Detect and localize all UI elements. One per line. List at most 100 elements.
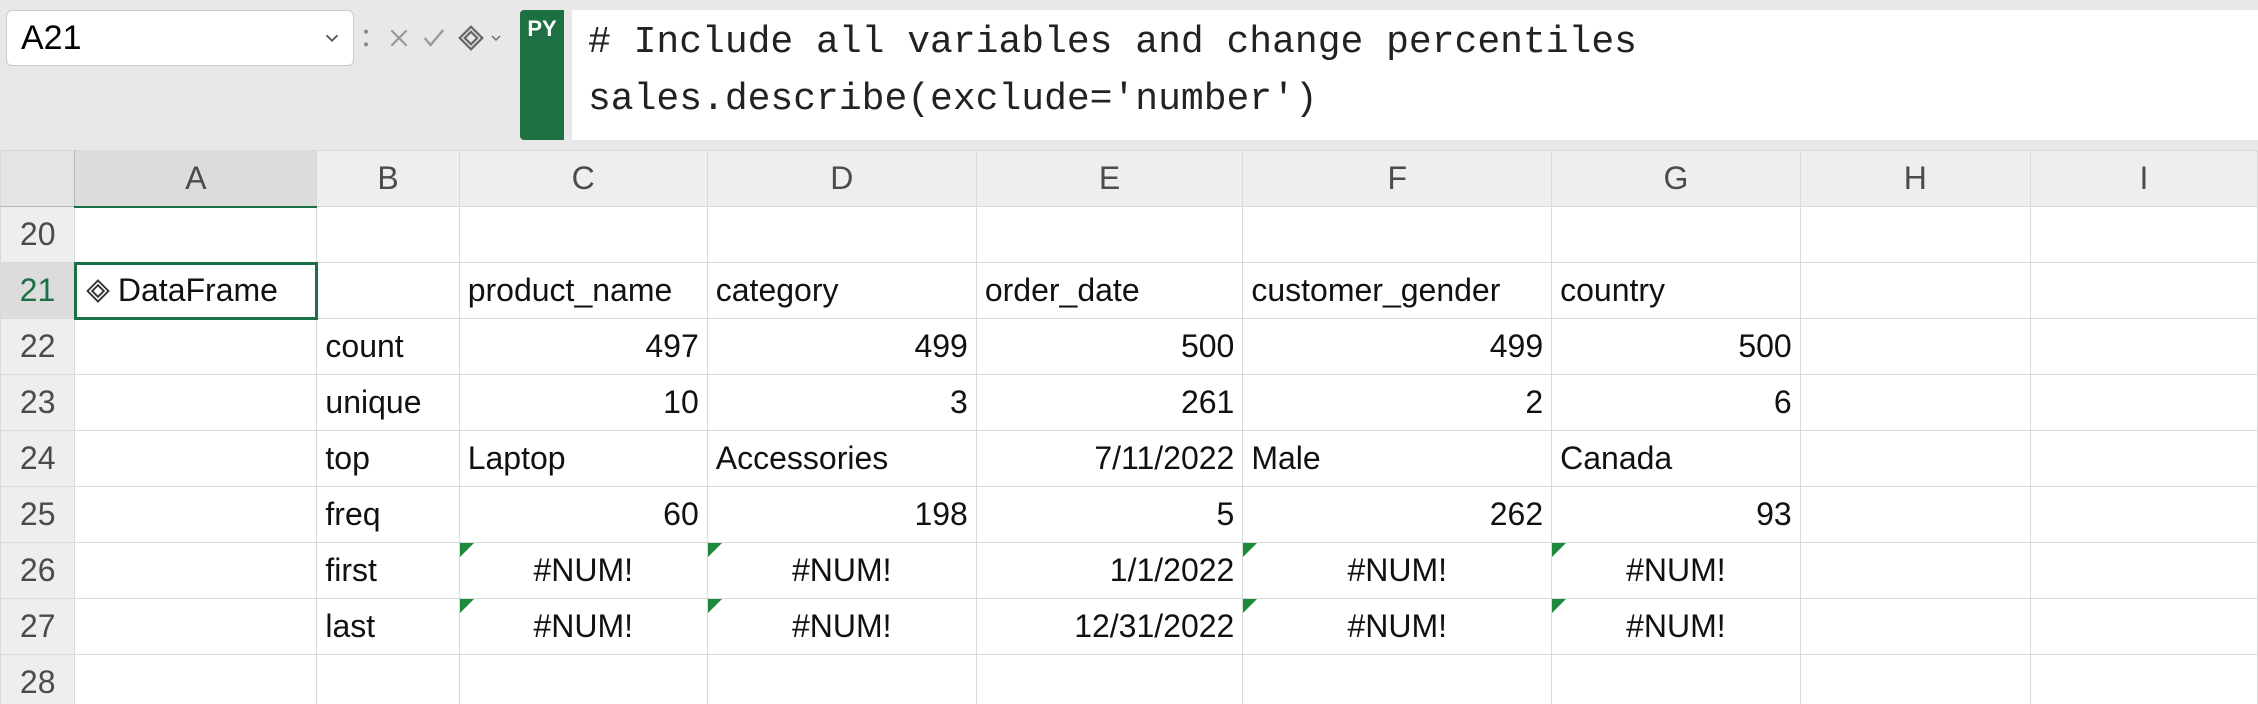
cell-active[interactable]: DataFrame [75,263,317,319]
row-header[interactable]: 21 [1,263,75,319]
cell[interactable] [75,655,317,704]
column-header[interactable]: F [1243,151,1552,207]
cell[interactable] [317,655,459,704]
cell[interactable] [1800,375,2030,431]
cell[interactable] [317,263,459,319]
cell[interactable]: category [707,263,976,319]
cell[interactable]: 6 [1552,375,1801,431]
cell[interactable]: 12/31/2022 [976,599,1243,655]
cell[interactable] [75,599,317,655]
cell[interactable]: 500 [1552,319,1801,375]
cell[interactable]: 60 [459,487,707,543]
cell[interactable] [317,207,459,263]
row-header[interactable]: 26 [1,543,75,599]
column-header[interactable]: I [2030,151,2257,207]
row-header[interactable]: 20 [1,207,75,263]
spreadsheet-grid[interactable]: A B C D E F G H I 20 21 DataFrame produc… [0,150,2258,704]
cell[interactable]: Accessories [707,431,976,487]
name-box[interactable]: A21 [6,10,354,66]
row-header[interactable]: 27 [1,599,75,655]
row-header[interactable]: 25 [1,487,75,543]
cell[interactable]: Male [1243,431,1552,487]
column-header[interactable]: G [1552,151,1801,207]
cell[interactable] [1800,655,2030,704]
column-header[interactable]: B [317,151,459,207]
cell[interactable] [2030,431,2257,487]
cell-error[interactable]: #NUM! [459,543,707,599]
cancel-icon[interactable] [386,25,412,51]
cell[interactable] [1800,487,2030,543]
cell[interactable]: 262 [1243,487,1552,543]
cell[interactable]: Canada [1552,431,1801,487]
cell[interactable]: 7/11/2022 [976,431,1243,487]
cell[interactable]: last [317,599,459,655]
cell[interactable] [707,207,976,263]
column-header[interactable]: C [459,151,707,207]
cell[interactable] [2030,655,2257,704]
cell[interactable] [1552,207,1801,263]
cell[interactable] [976,207,1243,263]
cell[interactable] [75,319,317,375]
cell[interactable] [1800,319,2030,375]
cell[interactable]: first [317,543,459,599]
cell[interactable] [2030,543,2257,599]
cell[interactable]: 1/1/2022 [976,543,1243,599]
cell[interactable]: 3 [707,375,976,431]
cell[interactable]: order_date [976,263,1243,319]
select-all-corner[interactable] [1,151,75,207]
cell[interactable] [2030,319,2257,375]
cell[interactable] [75,375,317,431]
row-header[interactable]: 23 [1,375,75,431]
column-header[interactable]: E [976,151,1243,207]
cell-error[interactable]: #NUM! [707,543,976,599]
cell[interactable] [1800,543,2030,599]
cell[interactable] [75,543,317,599]
cell[interactable] [2030,263,2257,319]
cell[interactable] [75,431,317,487]
cell-error[interactable]: #NUM! [1243,599,1552,655]
cell[interactable]: freq [317,487,459,543]
cell-error[interactable]: #NUM! [1552,599,1801,655]
cell[interactable]: 93 [1552,487,1801,543]
cell[interactable] [75,487,317,543]
cell[interactable] [2030,375,2257,431]
python-mode-icon[interactable] [456,23,504,53]
row-header[interactable]: 22 [1,319,75,375]
cell[interactable] [459,655,707,704]
cell-error[interactable]: #NUM! [707,599,976,655]
formula-input[interactable]: # Include all variables and change perce… [572,10,2258,140]
row-header[interactable]: 28 [1,655,75,704]
cell[interactable] [1800,599,2030,655]
cell[interactable] [75,207,317,263]
cell[interactable]: 5 [976,487,1243,543]
cell[interactable]: unique [317,375,459,431]
cell-error[interactable]: #NUM! [1552,543,1801,599]
column-header[interactable]: H [1800,151,2030,207]
cell[interactable]: customer_gender [1243,263,1552,319]
cell[interactable] [2030,487,2257,543]
cell-error[interactable]: #NUM! [1243,543,1552,599]
cell[interactable]: 500 [976,319,1243,375]
column-header[interactable]: A [75,151,317,207]
cell[interactable] [2030,207,2257,263]
cell[interactable]: count [317,319,459,375]
cell[interactable] [459,207,707,263]
cell[interactable]: 2 [1243,375,1552,431]
cell[interactable]: 198 [707,487,976,543]
cell[interactable]: 261 [976,375,1243,431]
cell[interactable] [1243,207,1552,263]
cell[interactable] [1800,263,2030,319]
cell[interactable]: 499 [707,319,976,375]
row-header[interactable]: 24 [1,431,75,487]
cell[interactable] [1800,207,2030,263]
cell[interactable]: product_name [459,263,707,319]
accept-icon[interactable] [420,24,448,52]
cell[interactable]: country [1552,263,1801,319]
cell[interactable] [1552,655,1801,704]
cell[interactable]: top [317,431,459,487]
cell[interactable]: 499 [1243,319,1552,375]
cell[interactable]: Laptop [459,431,707,487]
cell[interactable] [1243,655,1552,704]
cell[interactable]: 10 [459,375,707,431]
cell[interactable] [976,655,1243,704]
